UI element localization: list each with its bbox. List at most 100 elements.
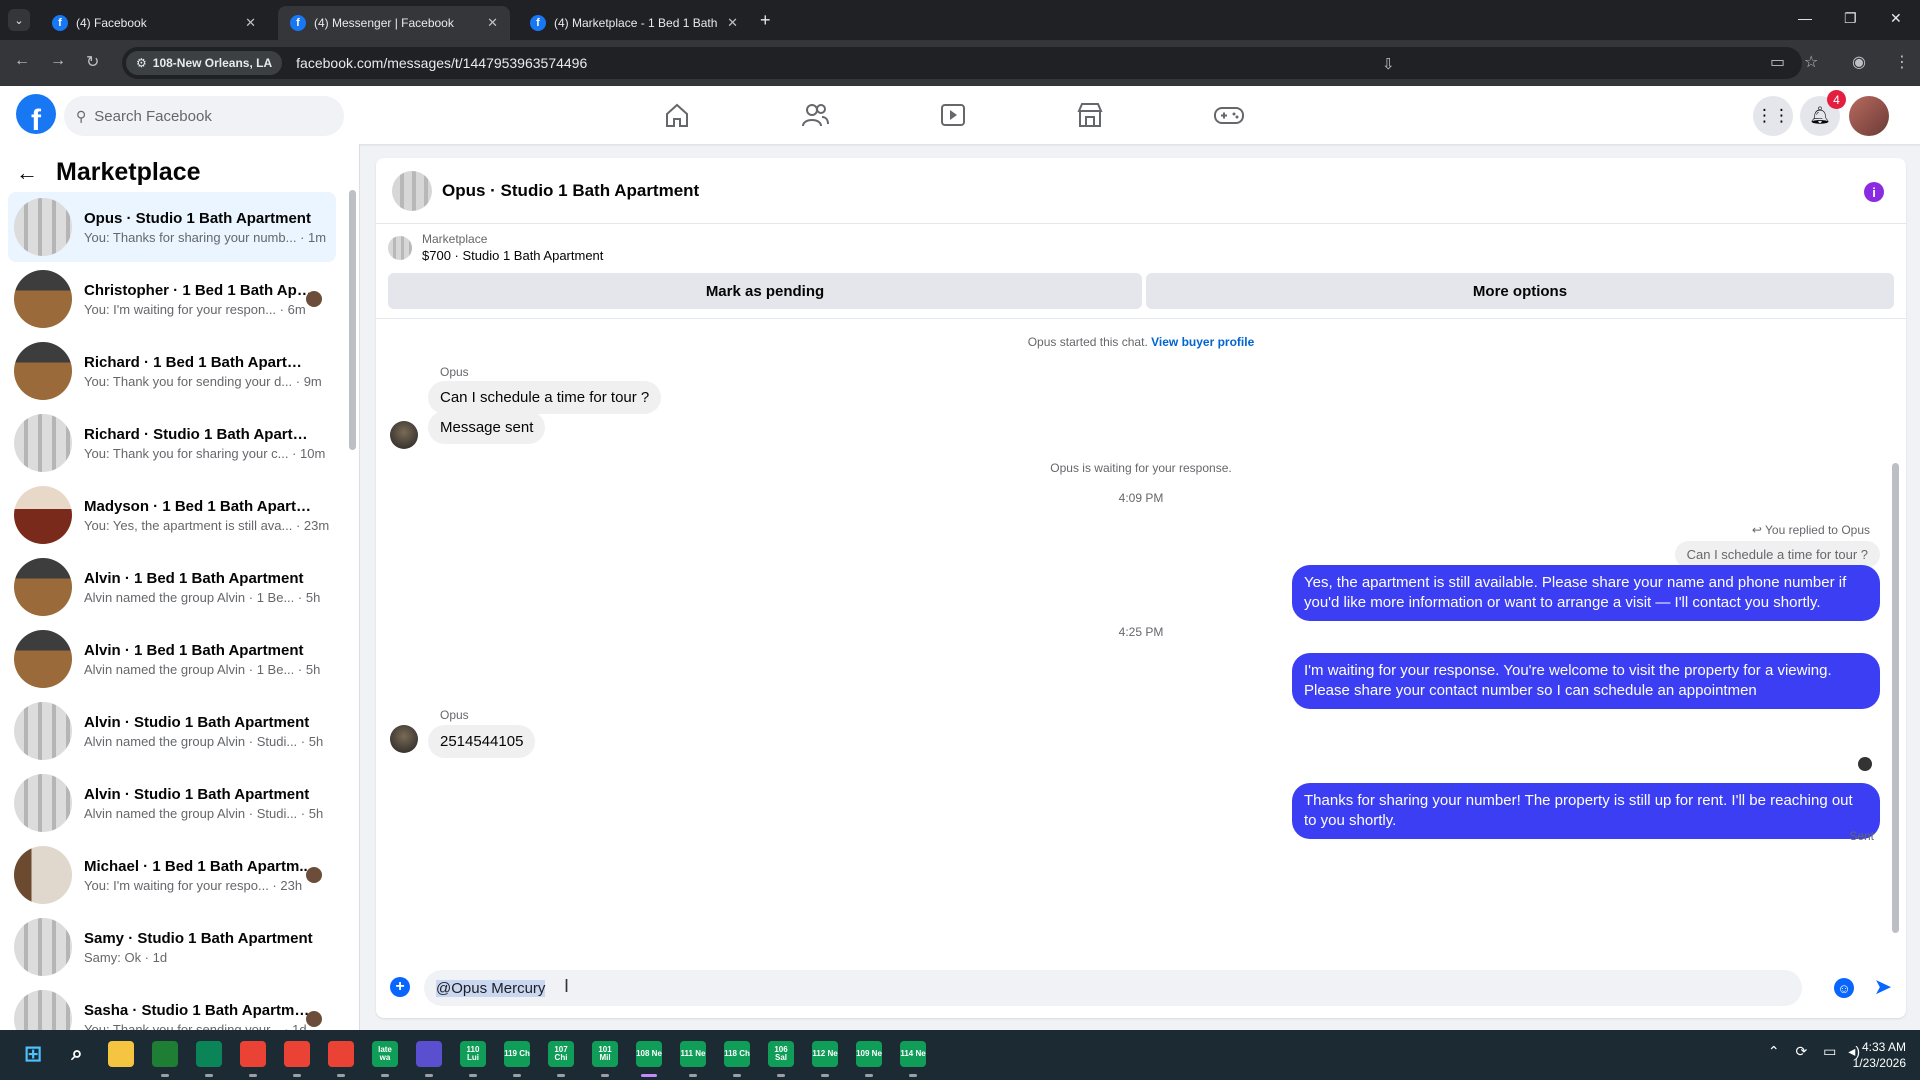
profile-icon[interactable]: ◉ xyxy=(1852,52,1866,72)
chrome-icon[interactable] xyxy=(328,1041,354,1067)
sheet-icon[interactable]: 107 Chi xyxy=(548,1041,574,1067)
new-tab-icon[interactable]: + xyxy=(760,10,771,31)
scrollbar-thumb[interactable] xyxy=(349,190,356,450)
conversation-item[interactable]: Christopher · 1 Bed 1 Bath Apa... You: I'… xyxy=(8,264,336,334)
display-icon[interactable]: ▭ xyxy=(1823,1043,1836,1059)
conversation-item[interactable]: Alvin · 1 Bed 1 Bath Apartment Alvin name… xyxy=(8,624,336,694)
view-buyer-profile-link[interactable]: View buyer profile xyxy=(1151,335,1254,349)
discord-icon[interactable] xyxy=(416,1041,442,1067)
minimize-icon[interactable]: — xyxy=(1798,10,1812,26)
listing-small-thumbnail xyxy=(388,235,412,260)
bookmark-star-icon[interactable]: ☆ xyxy=(1804,52,1818,72)
tab-search-menu-icon[interactable]: ⌄ xyxy=(8,9,30,31)
tab-messenger[interactable]: f (4) Messenger | Facebook ✕ xyxy=(278,6,510,40)
incoming-message[interactable]: Can I schedule a time for tour ? xyxy=(428,381,662,414)
account-avatar[interactable] xyxy=(1849,96,1889,136)
facebook-logo-icon[interactable]: f xyxy=(16,94,56,134)
sync-icon[interactable]: ⟳ xyxy=(1796,1043,1808,1059)
restore-icon[interactable]: ❐ xyxy=(1844,10,1857,27)
replied-tag-text: You replied to Opus xyxy=(1765,523,1870,537)
friends-icon[interactable] xyxy=(800,100,830,130)
chat-title[interactable]: Opus · Studio 1 Bath Apartment xyxy=(442,181,699,201)
menu-grid-icon[interactable]: ⋮⋮ xyxy=(1753,96,1793,136)
sidebar-scrollbar[interactable] xyxy=(349,162,357,1022)
chrome-menu-icon[interactable]: ⋮ xyxy=(1894,52,1910,72)
chrome-icon[interactable] xyxy=(284,1041,310,1067)
back-icon[interactable]: ← xyxy=(14,52,30,70)
conversation-item[interactable]: Madyson · 1 Bed 1 Bath Apartme... You: Ye… xyxy=(8,480,336,550)
close-tab-icon[interactable]: ✕ xyxy=(487,15,498,31)
sender-avatar[interactable] xyxy=(390,421,418,449)
conversation-item[interactable]: Alvin · Studio 1 Bath Apartment Alvin nam… xyxy=(8,768,336,838)
url-text[interactable]: facebook.com/messages/t/1447953963574496 xyxy=(296,55,587,71)
search-icon[interactable]: ⌕ xyxy=(64,1041,90,1067)
conversation-item[interactable]: Richard · Studio 1 Bath Apartment You: Th… xyxy=(8,408,336,478)
sheet-icon[interactable]: 108 Ne xyxy=(636,1041,662,1067)
sheet-icon[interactable]: late wa xyxy=(372,1041,398,1067)
listing-summary[interactable]: Marketplace $700 · Studio 1 Bath Apartme… xyxy=(388,232,603,263)
outgoing-message[interactable]: Thanks for sharing your number! The prop… xyxy=(1292,783,1880,839)
scrollbar-thumb[interactable] xyxy=(1892,463,1899,933)
install-app-icon[interactable]: ⇩ xyxy=(1382,55,1400,73)
conversation-item[interactable]: Michael · 1 Bed 1 Bath Apartm... You: I'm… xyxy=(8,840,336,910)
gaming-icon[interactable] xyxy=(1212,100,1246,130)
conversation-name: Alvin · 1 Bed 1 Bath Apartment xyxy=(84,641,304,659)
marketplace-icon[interactable] xyxy=(1075,100,1105,130)
back-arrow-icon[interactable]: ← xyxy=(16,160,38,186)
sender-avatar[interactable] xyxy=(390,725,418,753)
excel-icon[interactable] xyxy=(152,1041,178,1067)
conversation-item[interactable]: Samy · Studio 1 Bath Apartment Samy: Ok ·… xyxy=(8,912,336,982)
message-input[interactable]: @Opus Mercury I xyxy=(424,970,1802,1006)
conversation-item[interactable]: Opus · Studio 1 Bath Apartment You: Thank… xyxy=(8,192,336,262)
home-icon[interactable] xyxy=(662,100,692,130)
chat-scrollbar[interactable] xyxy=(1892,318,1900,938)
close-window-icon[interactable]: ✕ xyxy=(1890,10,1902,27)
tab-title: (4) Facebook xyxy=(76,16,147,30)
emoji-icon[interactable]: ☺ xyxy=(1834,978,1854,998)
listing-thumbnail[interactable] xyxy=(392,170,432,211)
clock[interactable]: 4:33 AM 1/23/2026 xyxy=(1853,1039,1906,1071)
reload-icon[interactable]: ↻ xyxy=(86,52,99,72)
incoming-message[interactable]: 2514544105 xyxy=(428,725,536,758)
conversation-item[interactable]: Richard · 1 Bed 1 Bath Apartment You: Tha… xyxy=(8,336,336,406)
add-attachment-icon[interactable]: + xyxy=(390,977,410,997)
marketplace-sidebar: ← Marketplace Opus · Studio 1 Bath Apart… xyxy=(0,144,360,1030)
sheet-icon[interactable]: 111 Ne xyxy=(680,1041,706,1067)
outgoing-message[interactable]: I'm waiting for your response. You're we… xyxy=(1292,653,1880,709)
cast-icon[interactable]: ▭ xyxy=(1770,52,1785,72)
sheet-icon[interactable]: 110 Lui xyxy=(460,1041,486,1067)
site-info-chip[interactable]: ⚙ 108-New Orleans, LA xyxy=(126,51,283,75)
tab-marketplace[interactable]: f (4) Marketplace - 1 Bed 1 Bath ✕ xyxy=(518,6,750,40)
sheet-icon[interactable]: 101 Mil xyxy=(592,1041,618,1067)
forward-icon[interactable]: → xyxy=(50,52,66,70)
tray-overflow-icon[interactable]: ⌃ xyxy=(1768,1043,1780,1059)
sheet-icon[interactable]: 106 Sal xyxy=(768,1041,794,1067)
close-tab-icon[interactable]: ✕ xyxy=(727,15,738,31)
infinity-icon[interactable] xyxy=(196,1041,222,1067)
conversation-item[interactable]: Sasha · Studio 1 Bath Apartme... You: Tha… xyxy=(8,984,336,1030)
mark-as-pending-button[interactable]: Mark as pending xyxy=(388,273,1142,309)
info-icon[interactable]: i xyxy=(1864,182,1884,202)
tab-facebook[interactable]: f (4) Facebook ✕ xyxy=(40,6,268,40)
chrome-icon[interactable] xyxy=(240,1041,266,1067)
conversation-item[interactable]: Alvin · Studio 1 Bath Apartment Alvin nam… xyxy=(8,696,336,766)
more-options-button[interactable]: More options xyxy=(1146,273,1894,309)
quoted-message[interactable]: Can I schedule a time for tour ? xyxy=(1674,541,1880,568)
video-icon[interactable] xyxy=(938,100,968,130)
search-input[interactable]: ⚲ Search Facebook xyxy=(64,96,344,136)
sheet-icon[interactable]: 118 Ch xyxy=(724,1041,750,1067)
sheet-icon[interactable]: 119 Ch xyxy=(504,1041,530,1067)
omnibox[interactable]: ⚙ 108-New Orleans, LA facebook.com/messa… xyxy=(122,47,1802,79)
running-indicator xyxy=(161,1074,169,1077)
close-tab-icon[interactable]: ✕ xyxy=(245,15,256,31)
conversation-item[interactable]: Alvin · 1 Bed 1 Bath Apartment Alvin name… xyxy=(8,552,336,622)
sheet-icon[interactable]: 114 Ne xyxy=(900,1041,926,1067)
conversation-text: Alvin · Studio 1 Bath Apartment Alvin nam… xyxy=(84,714,323,749)
windows-start-icon[interactable]: ⊞ xyxy=(20,1041,46,1067)
incoming-message[interactable]: Message sent xyxy=(428,411,546,444)
send-icon[interactable]: ➤ xyxy=(1874,974,1892,1000)
sheet-icon[interactable]: 109 Ne xyxy=(856,1041,882,1067)
sheet-icon[interactable]: 112 Ne xyxy=(812,1041,838,1067)
outgoing-message[interactable]: Yes, the apartment is still available. P… xyxy=(1292,565,1880,621)
file-explorer-icon[interactable] xyxy=(108,1041,134,1067)
